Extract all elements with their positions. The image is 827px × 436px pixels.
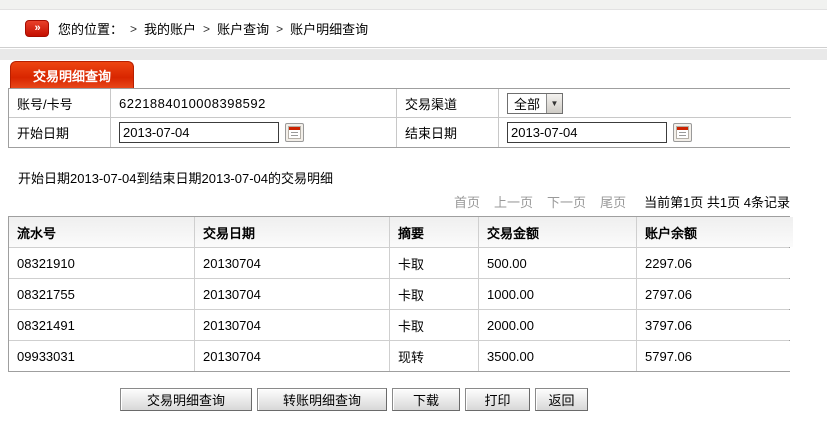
account-number-value: 6221884010008398592 (111, 89, 397, 118)
calendar-icon[interactable] (673, 123, 692, 142)
channel-label: 交易渠道 (397, 89, 499, 118)
account-label: 账号/卡号 (9, 89, 111, 118)
start-date-input[interactable] (119, 122, 279, 143)
chevron-down-icon[interactable]: ▼ (546, 94, 562, 113)
page: » 您的位置： > 我的账户 > 账户查询 > 账户明细查询 交易明细查询 账号… (0, 0, 827, 436)
breadcrumb-separator: > (130, 22, 137, 36)
breadcrumb-item-account-detail-query[interactable]: 账户明细查询 (290, 19, 368, 38)
breadcrumb: » 您的位置： > 我的账户 > 账户查询 > 账户明细查询 (0, 10, 827, 48)
divider-band (0, 49, 827, 60)
table-cell: 3500.00 (479, 341, 636, 371)
table-cell: 卡取 (390, 248, 478, 278)
breadcrumb-item-my-account[interactable]: 我的账户 (144, 19, 196, 38)
table-cell: 2797.06 (637, 279, 793, 309)
calendar-glyph (676, 126, 689, 139)
table-cell: 2000.00 (479, 310, 636, 340)
download-button[interactable]: 下载 (392, 388, 460, 411)
pagination-first[interactable]: 首页 (454, 192, 480, 211)
table-cell: 08321910 (9, 248, 194, 278)
table-cell: 5797.06 (637, 341, 793, 371)
pagination-next[interactable]: 下一页 (547, 192, 586, 211)
start-date-label: 开始日期 (9, 118, 111, 147)
breadcrumb-prefix: 您的位置： (58, 19, 123, 38)
top-strip (0, 0, 827, 10)
end-date-input[interactable] (507, 122, 667, 143)
table-cell: 500.00 (479, 248, 636, 278)
calendar-icon[interactable] (285, 123, 304, 142)
pagination-status: 当前第1页 共1页 4条记录 (644, 192, 790, 211)
table-cell: 卡取 (390, 310, 478, 340)
table-cell: 3797.06 (637, 310, 793, 340)
table-cell: 20130704 (195, 279, 389, 309)
breadcrumb-separator: > (203, 22, 210, 36)
table-cell: 08321491 (9, 310, 194, 340)
query-form: 账号/卡号 6221884010008398592 交易渠道 全部 ▼ 开始日期… (8, 88, 790, 148)
table-cell: 08321755 (9, 279, 194, 309)
double-arrow-icon: » (25, 20, 49, 37)
back-button[interactable]: 返回 (535, 388, 588, 411)
table-cell: 1000.00 (479, 279, 636, 309)
table-cell: 2297.06 (637, 248, 793, 278)
col-header-summary: 摘要 (390, 217, 478, 247)
table-cell: 卡取 (390, 279, 478, 309)
action-buttons: 交易明细查询 转账明细查询 下载 打印 返回 (120, 388, 588, 411)
transaction-detail-query-button[interactable]: 交易明细查询 (120, 388, 252, 411)
breadcrumb-item-account-query[interactable]: 账户查询 (217, 19, 269, 38)
col-header-serial: 流水号 (9, 217, 194, 247)
table-cell: 09933031 (9, 341, 194, 371)
channel-select-value: 全部 (508, 94, 546, 113)
breadcrumb-separator: > (276, 22, 283, 36)
table-cell: 20130704 (195, 248, 389, 278)
transaction-table: 流水号 交易日期 摘要 交易金额 账户余额 08321910 20130704 … (8, 216, 790, 372)
tab-transaction-detail-query[interactable]: 交易明细查询 (10, 61, 134, 88)
transfer-detail-query-button[interactable]: 转账明细查询 (257, 388, 387, 411)
end-date-label: 结束日期 (397, 118, 499, 147)
pagination-last[interactable]: 尾页 (600, 192, 626, 211)
pagination-prev[interactable]: 上一页 (494, 192, 533, 211)
col-header-balance: 账户余额 (637, 217, 793, 247)
col-header-amount: 交易金额 (479, 217, 636, 247)
print-button[interactable]: 打印 (465, 388, 530, 411)
table-cell: 20130704 (195, 310, 389, 340)
result-summary: 开始日期2013-07-04到结束日期2013-07-04的交易明细 (18, 168, 333, 187)
calendar-glyph (288, 126, 301, 139)
channel-select[interactable]: 全部 ▼ (507, 93, 563, 114)
col-header-date: 交易日期 (195, 217, 389, 247)
table-cell: 现转 (390, 341, 478, 371)
pagination: 首页 上一页 下一页 尾页 当前第1页 共1页 4条记录 (8, 192, 790, 211)
table-cell: 20130704 (195, 341, 389, 371)
